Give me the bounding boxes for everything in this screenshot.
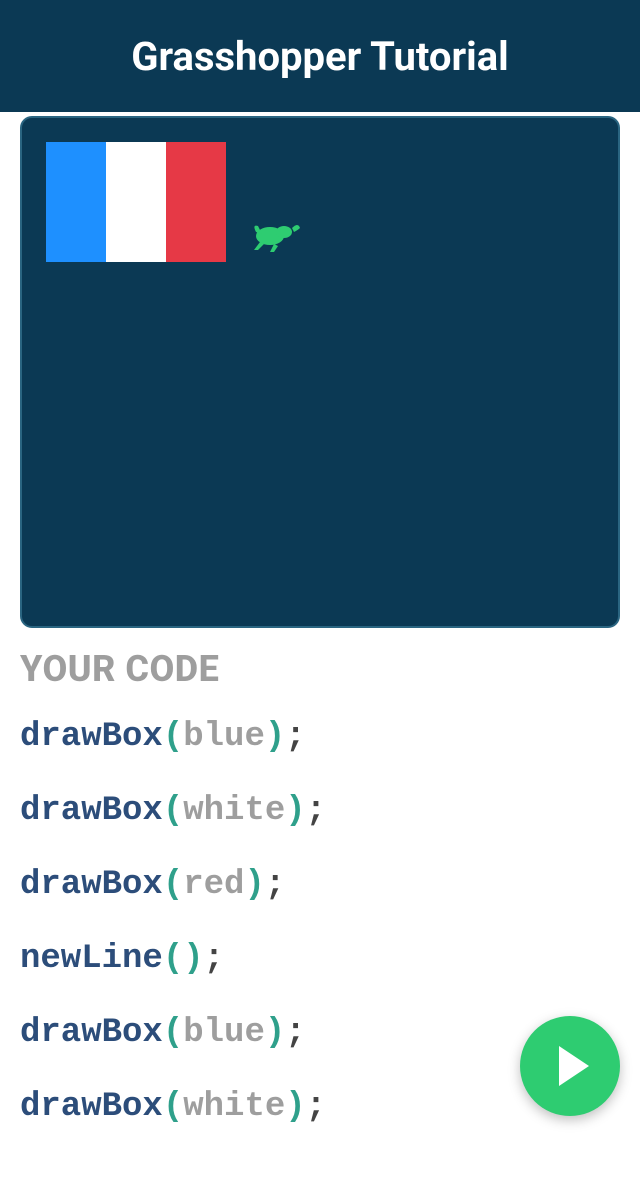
code-line[interactable]: drawBox(white); [20,792,620,830]
semicolon-icon: ; [306,1088,326,1126]
code-arg: white [183,1088,285,1126]
flag-row [46,142,594,262]
play-button[interactable] [520,1016,620,1116]
header: Grasshopper Tutorial [0,0,640,112]
paren-open-icon: ( [163,718,183,756]
code-arg: red [183,866,244,904]
code-line[interactable]: drawBox(red); [20,866,620,904]
paren-close-icon: ) [265,1014,285,1052]
paren-open-icon: ( [163,940,183,978]
code-fn: drawBox [20,718,163,756]
paren-close-icon: ) [265,718,285,756]
semicolon-icon: ; [285,718,305,756]
code-line[interactable]: drawBox(blue); [20,718,620,756]
canvas-area [20,116,620,628]
paren-open-icon: ( [163,1014,183,1052]
code-fn: drawBox [20,1088,163,1126]
box-red [166,142,226,262]
code-arg: white [183,792,285,830]
play-icon [559,1046,589,1086]
box-white [106,142,166,262]
semicolon-icon: ; [265,866,285,904]
code-fn: newLine [20,940,163,978]
code-heading: YOUR CODE [20,648,620,690]
grasshopper-icon [248,214,304,258]
box-blue [46,142,106,262]
paren-close-icon: ) [285,1088,305,1126]
paren-close-icon: ) [183,940,203,978]
code-fn: drawBox [20,792,163,830]
semicolon-icon: ; [306,792,326,830]
code-fn: drawBox [20,866,163,904]
semicolon-icon: ; [204,940,224,978]
paren-open-icon: ( [163,866,183,904]
semicolon-icon: ; [285,1014,305,1052]
code-fn: drawBox [20,1014,163,1052]
paren-close-icon: ) [285,792,305,830]
page-title: Grasshopper Tutorial [131,33,508,80]
code-arg: blue [183,1014,265,1052]
paren-open-icon: ( [163,792,183,830]
paren-close-icon: ) [244,866,264,904]
code-arg: blue [183,718,265,756]
paren-open-icon: ( [163,1088,183,1126]
code-line[interactable]: newLine(); [20,940,620,978]
